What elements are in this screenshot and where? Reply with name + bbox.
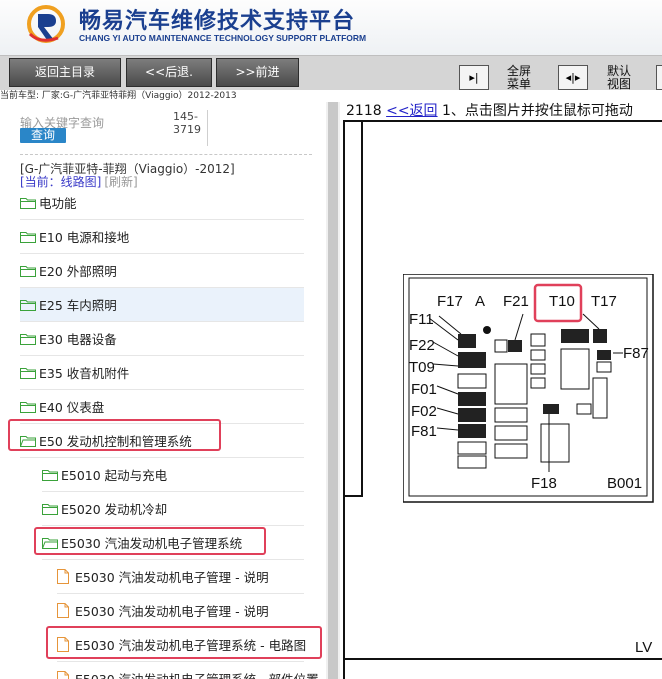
diagram-lower-frame: [343, 658, 662, 679]
fullscreen-menu-label: 全屏 菜单: [507, 64, 532, 91]
tree-item-label: E10 电源和接地: [39, 230, 130, 245]
file-icon: [57, 637, 75, 652]
default-view-button[interactable]: ◂|▸: [558, 65, 588, 90]
tree-item[interactable]: E40 仪表盘: [20, 390, 304, 424]
tree-item-label: E50 发动机控制和管理系统: [39, 434, 192, 449]
folder-icon: [20, 231, 39, 243]
tree-item-label: E5030 汽油发动机电子管理系统 - 电路图: [75, 638, 307, 653]
fullscreen-menu-button[interactable]: ▸|: [459, 65, 489, 90]
folder-icon: [42, 469, 61, 481]
tree-item[interactable]: E5030 汽油发动机电子管理 - 说明: [57, 560, 304, 594]
label-f87: F87: [623, 345, 649, 362]
back-button[interactable]: <<后退.: [126, 58, 212, 87]
label-f11: F11: [409, 311, 434, 328]
file-icon: [57, 603, 75, 618]
label-t17: T17: [591, 293, 617, 310]
more-tools-button[interactable]: [656, 65, 662, 90]
sidebar: 输入关键字查询 查询 145- 3719 [G-广汽菲亚特-菲翔（Viaggio…: [0, 102, 343, 679]
tree-item[interactable]: E30 电器设备: [20, 322, 304, 356]
app-subtitle: CHANG YI AUTO MAINTENANCE TECHNOLOGY SUP…: [79, 33, 367, 43]
folder-open-icon: [20, 435, 39, 447]
fuse-box-diagram[interactable]: F17 A F21 T10 T17 F11 F22 T09 F01 F02 F8…: [403, 274, 655, 506]
back-link[interactable]: <<返回: [386, 103, 437, 119]
tree-item-label: E30 电器设备: [39, 332, 117, 347]
tree-item-label: E5030 汽油发动机电子管理 - 说明: [75, 570, 269, 585]
tree-item-label: E5010 起动与充电: [61, 468, 168, 483]
tree-item-label: E5020 发动机冷却: [61, 502, 168, 517]
file-icon: [57, 671, 75, 679]
diagram-inner-frame: [343, 120, 363, 497]
label-f17: F17: [437, 293, 463, 310]
folder-icon: [20, 401, 39, 413]
label-f21: F21: [503, 293, 529, 310]
tree-item[interactable]: E5020 发动机冷却: [42, 492, 304, 526]
page-id: 2118: [346, 103, 382, 119]
folder-icon: [20, 333, 39, 345]
search-button[interactable]: 查询: [20, 128, 66, 143]
content-panel: 2118 <<返回 1、点击图片并按住鼠标可拖动 F17 A F21 T10 T…: [343, 102, 662, 679]
home-button[interactable]: 返回主目录: [9, 58, 121, 87]
vehicle-info: 当前车型: 厂家:G-广汽菲亚特菲翔（Viaggio）2012-2013: [0, 91, 237, 101]
folder-icon: [20, 299, 39, 311]
collapse-menu-icon: ▸|: [469, 71, 479, 84]
label-a: A: [475, 293, 485, 310]
tree-item[interactable]: E5010 起动与充电: [42, 458, 304, 492]
tree-item[interactable]: E5030 汽油发动机电子管理系统 - 电路图: [57, 628, 307, 662]
tree-item-label: E35 收音机附件: [39, 366, 130, 381]
tree-item-label: 电功能: [39, 196, 77, 211]
tree-item[interactable]: E35 收音机附件: [20, 356, 304, 390]
tree-item-label: E5030 汽油发动机电子管理系统 - 部件位置: [75, 669, 319, 679]
label-f81: F81: [411, 423, 437, 440]
label-t10: T10: [549, 293, 575, 310]
label-f01: F01: [411, 381, 437, 398]
cy-logo-icon: [27, 5, 65, 43]
forward-button[interactable]: >>前进: [216, 58, 299, 87]
tree-item[interactable]: E5030 汽油发动机电子管理系统 - 部件位置: [57, 662, 319, 679]
lower-diagram-label: LV: [635, 639, 653, 656]
tree-item[interactable]: E10 电源和接地: [20, 220, 304, 254]
folder-open-icon: [42, 537, 61, 549]
label-f02: F02: [411, 403, 437, 420]
app-header: 畅易汽车维修技术支持平台 CHANG YI AUTO MAINTENANCE T…: [0, 0, 662, 55]
label-f22: F22: [409, 337, 435, 354]
tree-item-label: E5030 汽油发动机电子管理 - 说明: [75, 604, 269, 619]
tree-item-label: E40 仪表盘: [39, 400, 105, 415]
scrollbar-thumb[interactable]: [328, 102, 338, 679]
tree-item-label: E20 外部照明: [39, 264, 117, 279]
label-b001: B001: [607, 475, 642, 492]
result-count: 145- 3719: [173, 110, 208, 146]
default-view-label: 默认 视图: [607, 64, 632, 91]
instruction-text: 1、点击图片并按住鼠标可拖动: [442, 103, 633, 119]
tree-item-label: E25 车内照明: [39, 298, 117, 313]
app-title: 畅易汽车维修技术支持平台: [79, 9, 356, 34]
toolbar: 返回主目录 <<后退. >>前进 ▸| 全屏 菜单 ◂|▸ 默认 视图: [0, 55, 662, 91]
label-t09: T09: [409, 359, 435, 376]
label-f18: F18: [531, 475, 557, 492]
folder-icon: [42, 503, 61, 515]
tree-item[interactable]: E25 车内照明: [20, 288, 304, 322]
tree-item[interactable]: 电功能: [20, 186, 304, 220]
tree-item[interactable]: E50 发动机控制和管理系统: [20, 424, 304, 458]
tree-item[interactable]: E5030 汽油发动机电子管理 - 说明: [57, 594, 304, 628]
folder-icon: [20, 265, 39, 277]
folder-icon: [20, 197, 39, 209]
sidebar-scrollbar[interactable]: [326, 102, 340, 679]
file-icon: [57, 569, 75, 584]
tree-item[interactable]: E5030 汽油发动机电子管理系统: [42, 526, 304, 560]
divider: [20, 154, 312, 155]
tree-item[interactable]: E20 外部照明: [20, 254, 304, 288]
content-header: 2118 <<返回 1、点击图片并按住鼠标可拖动: [346, 102, 633, 120]
split-view-icon: ◂|▸: [565, 71, 581, 84]
folder-icon: [20, 367, 39, 379]
tree-item-label: E5030 汽油发动机电子管理系统: [61, 536, 243, 551]
